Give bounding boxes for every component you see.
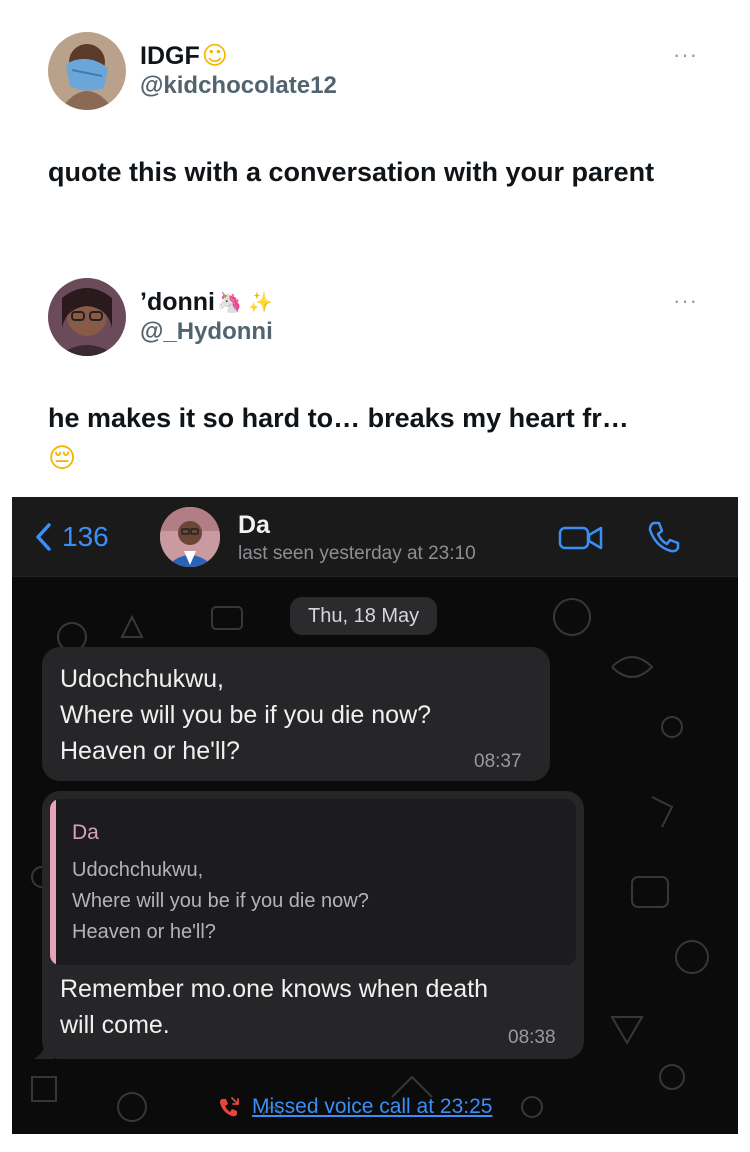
quote-line: Heaven or he'll? — [72, 921, 216, 943]
tweet-1-header: IDGF ☺ @kidchocolate12 — [48, 32, 337, 110]
tweet-1: IDGF ☺ @kidchocolate12 ··· quote this wi… — [0, 0, 750, 250]
video-call-icon[interactable] — [558, 523, 604, 553]
chat-screenshot: 136 Da last seen yesterday at 23:10 Thu,… — [12, 497, 738, 1134]
back-button[interactable]: 136 — [34, 521, 109, 553]
smiling-face-emoji: ☺ — [201, 41, 228, 70]
unicorn-sparkles-emoji: 🦄 ✨ — [216, 290, 274, 314]
more-icon[interactable]: ··· — [673, 288, 698, 314]
handle[interactable]: @_Hydonni — [140, 317, 273, 347]
missed-call-notice[interactable]: Missed voice call at 23:25 — [218, 1095, 492, 1119]
handle[interactable]: @kidchocolate12 — [140, 71, 337, 101]
missed-call-icon — [220, 1097, 239, 1117]
contact-avatar[interactable] — [160, 507, 220, 567]
quote-bar — [50, 799, 56, 965]
bubble-tail — [34, 1037, 54, 1059]
back-chevron-icon — [36, 523, 51, 551]
message-line: Heaven or he'll? — [60, 737, 240, 765]
tweet-2-header: ’donni 🦄 ✨ @_Hydonni — [48, 278, 273, 356]
reply-message-bubble[interactable]: Da Udochchukwu, Where will you be if you… — [42, 791, 584, 1059]
avatar[interactable] — [48, 32, 126, 110]
message-line: Udochchukwu, — [60, 665, 224, 693]
message-line: Remember mo.one knows when death — [60, 975, 489, 1003]
tweet-1-names: IDGF ☺ @kidchocolate12 — [140, 41, 337, 101]
more-icon[interactable]: ··· — [673, 42, 698, 68]
display-name[interactable]: ’donni 🦄 ✨ — [140, 287, 273, 317]
pensive-face-emoji: 😔 — [48, 443, 77, 474]
tweet-text-body: he makes it so hard to… breaks my heart … — [48, 403, 629, 433]
quoted-message[interactable]: Da Udochchukwu, Where will you be if you… — [50, 799, 576, 965]
display-name[interactable]: IDGF ☺ — [140, 41, 337, 71]
display-name-text: IDGF — [140, 42, 200, 70]
tweet-text: quote this with a conversation with your… — [48, 157, 655, 187]
message-line: will come. — [60, 1011, 170, 1039]
tweet-text: he makes it so hard to… breaks my heart … — [48, 398, 698, 479]
date-separator: Thu, 18 May — [290, 597, 438, 635]
message-bubble[interactable]: Udochchukwu, Where will you be if you di… — [42, 647, 550, 781]
voice-call-icon[interactable] — [646, 519, 682, 555]
quote-line: Where will you be if you die now? — [72, 890, 369, 912]
avatar[interactable] — [48, 278, 126, 356]
tweet-2: ’donni 🦄 ✨ @_Hydonni ··· he makes it so … — [0, 250, 750, 490]
tweet-2-names: ’donni 🦄 ✨ @_Hydonni — [140, 287, 273, 347]
chat-header: 136 Da last seen yesterday at 23:10 — [12, 497, 738, 577]
quote-line: Udochchukwu, — [72, 859, 204, 881]
quote-author: Da — [72, 821, 99, 844]
message-line: Where will you be if you die now? — [60, 701, 432, 729]
last-seen-status: last seen yesterday at 23:10 — [238, 543, 476, 564]
unread-count: 136 — [62, 521, 109, 552]
display-name-text: ’donni — [140, 288, 215, 316]
message-time: 08:37 — [474, 751, 522, 772]
message-time: 08:38 — [508, 1027, 556, 1048]
contact-name[interactable]: Da — [238, 511, 270, 540]
missed-call-text[interactable]: Missed voice call at 23:25 — [252, 1095, 492, 1119]
